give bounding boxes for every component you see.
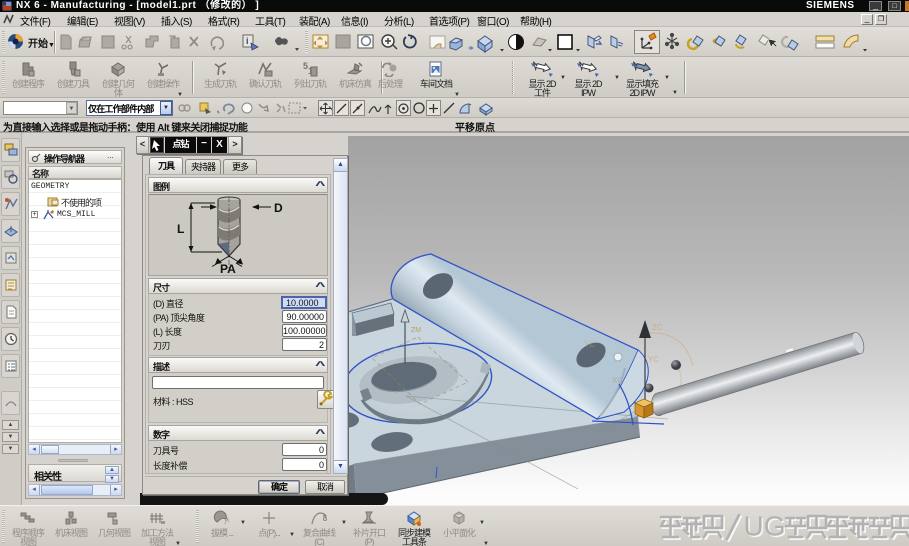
svg-text:UG: UG [744,511,786,542]
svg-text:XC: XC [612,376,623,385]
svg-text:YC: YC [584,340,595,349]
svg-text:L: L [177,222,184,236]
svg-text:PA: PA [220,262,236,275]
svg-text:ZC: ZC [652,323,663,332]
svg-text:D: D [274,201,283,215]
svg-text:i: i [246,36,249,46]
svg-text:YC: YC [648,355,659,364]
svg-text:ZM: ZM [411,327,421,334]
